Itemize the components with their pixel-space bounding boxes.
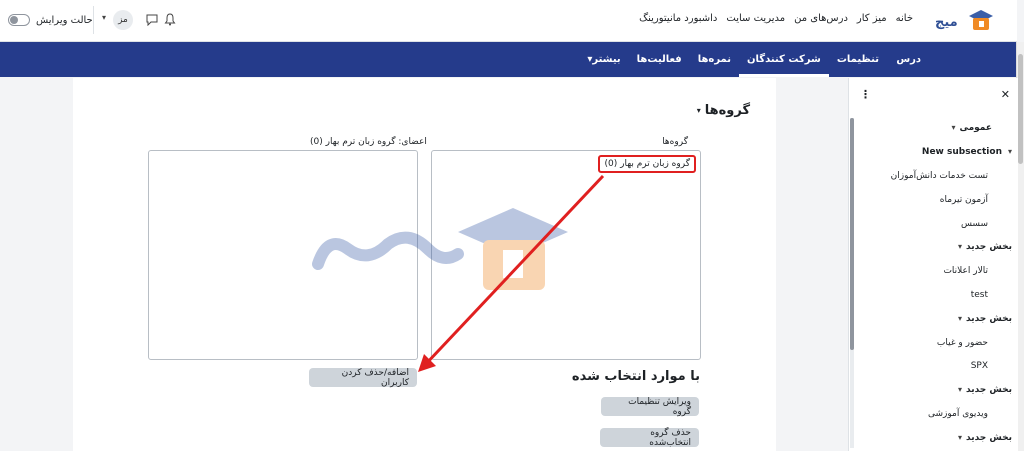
chevron-down-icon: ▾ bbox=[958, 314, 963, 323]
section-new-3[interactable]: بخش جدید▾ bbox=[958, 385, 1012, 395]
activity-tutorial-video[interactable]: ویدیوی آموزشی bbox=[928, 409, 988, 419]
activity-tir-exam[interactable]: آزمون تیرماه bbox=[940, 195, 988, 205]
activity-test[interactable]: test bbox=[971, 290, 988, 300]
section-new-1[interactable]: بخش جدید▾ bbox=[958, 242, 1012, 252]
close-icon[interactable]: ✕ bbox=[1001, 88, 1010, 101]
kebab-menu-icon[interactable]: ⋮ bbox=[860, 88, 871, 101]
chevron-down-icon: ▾ bbox=[958, 385, 963, 394]
drawer-scrollbar[interactable] bbox=[850, 118, 854, 448]
section-new-2[interactable]: بخش جدید▾ bbox=[958, 314, 1012, 324]
chevron-down-icon: ▾ bbox=[958, 433, 963, 442]
section-new-subsection[interactable]: ▾New subsection bbox=[922, 147, 1012, 157]
activity-announcements[interactable]: تالار اعلانات bbox=[943, 266, 988, 276]
activity-attendance[interactable]: حضور و غیاب bbox=[937, 338, 988, 348]
activity-sss[interactable]: سسس bbox=[961, 219, 988, 229]
section-new-4[interactable]: بخش جدید▾ bbox=[958, 433, 1012, 443]
chevron-down-icon: ▾ bbox=[1007, 147, 1012, 156]
chevron-down-icon: ▾ bbox=[951, 123, 956, 132]
course-index-drawer: ⋮ ✕ عمومی▾ ▾New subsection تست خدمات دان… bbox=[848, 78, 1018, 451]
activity-spx[interactable]: SPX bbox=[971, 361, 988, 371]
activity-student-services-test[interactable]: تست خدمات دانش‌آموزان bbox=[891, 171, 988, 181]
drawer-scrollbar-thumb[interactable] bbox=[850, 118, 854, 350]
section-general[interactable]: عمومی▾ bbox=[951, 123, 992, 133]
chevron-down-icon: ▾ bbox=[958, 242, 963, 251]
